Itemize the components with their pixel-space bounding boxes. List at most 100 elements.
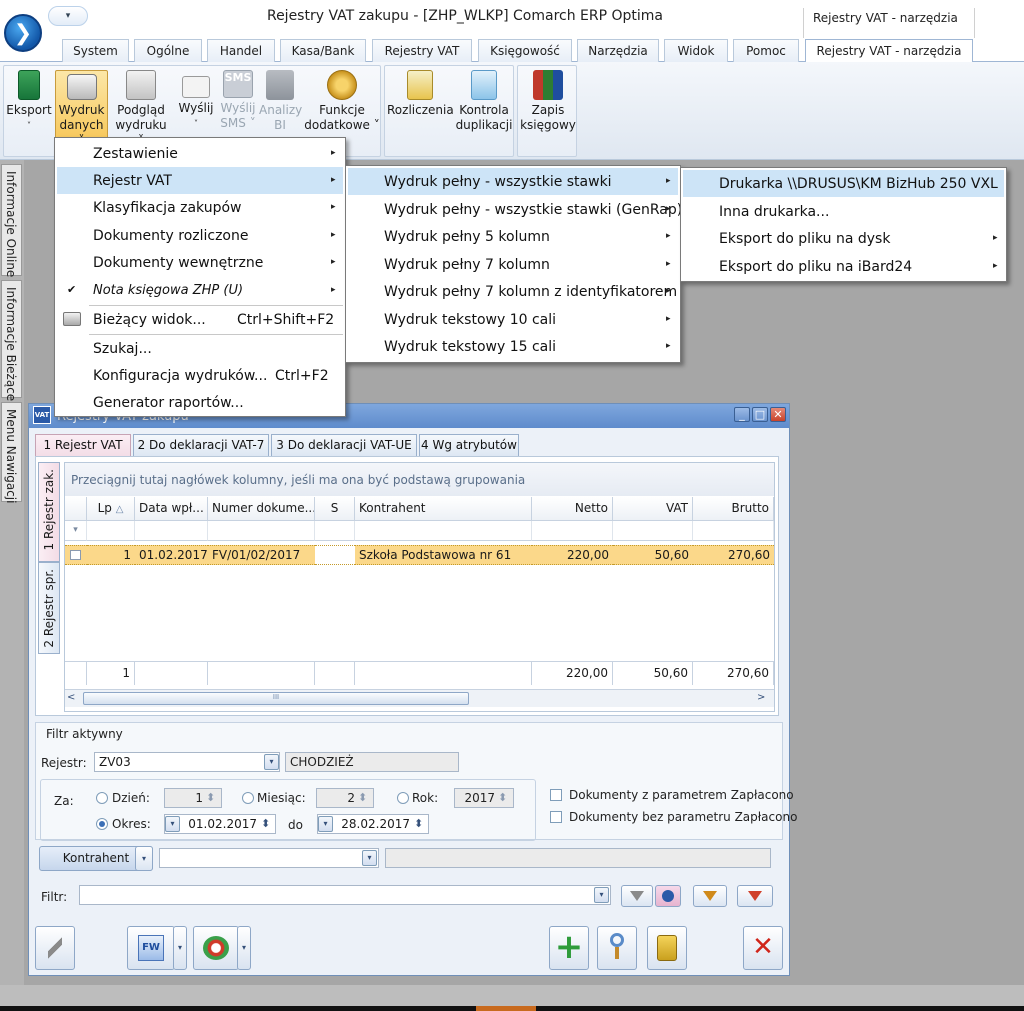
menu-item-wydruk-pelny-7[interactable]: Wydruk pełny 7 kolumn ▸ bbox=[348, 251, 678, 278]
analizy-bi-button[interactable]: Analizy BI bbox=[259, 70, 302, 133]
menu-item-eksport-dysk[interactable]: Eksport do pliku na dysk ▸ bbox=[683, 225, 1004, 252]
okres-from-spinner-icon[interactable]: ⬍ bbox=[261, 817, 270, 830]
tab-rejestr-vat[interactable]: 1 Rejestr VAT bbox=[35, 434, 131, 457]
fw-dropdown-icon[interactable]: ▾ bbox=[173, 926, 187, 970]
menu-item-konfiguracja-wydrukow[interactable]: Konfiguracja wydruków... Ctrl+F2 bbox=[57, 362, 343, 389]
column-header-select[interactable] bbox=[65, 497, 87, 521]
menu-item-generator-raportow[interactable]: Generator raportów... bbox=[57, 389, 343, 416]
column-header-netto[interactable]: Netto bbox=[532, 497, 613, 521]
export-dropdown-icon[interactable]: ▾ bbox=[237, 926, 251, 970]
wydruk-danych-button[interactable]: Wydruk danych ˅ bbox=[55, 70, 108, 147]
filter-cell[interactable] bbox=[613, 521, 693, 541]
menu-item-dokumenty-wewnetrzne[interactable]: Dokumenty wewnętrzne ▸ bbox=[57, 249, 343, 276]
table-cell-kontrahent[interactable]: Szkoła Podstawowa nr 61 bbox=[355, 545, 532, 565]
bez-zaplacono-checkbox[interactable] bbox=[550, 811, 562, 823]
table-cell-vat[interactable]: 50,60 bbox=[613, 545, 693, 565]
kontrahent-dropdown-icon[interactable]: ▾ bbox=[135, 846, 153, 871]
menu-item-wydruk-pelny-5[interactable]: Wydruk pełny 5 kolumn ▸ bbox=[348, 223, 678, 250]
miesiac-spinner-icon[interactable]: ⬍ bbox=[358, 791, 367, 804]
tab-rejestry-vat-narzedzia[interactable]: Rejestry VAT - narzędzia bbox=[805, 39, 973, 63]
tab-do-deklaracji-vat7[interactable]: 2 Do deklaracji VAT-7 bbox=[133, 434, 269, 456]
side-tab-informacje-online[interactable]: Informacje Online bbox=[1, 164, 22, 277]
table-cell-numer[interactable]: FV/01/02/2017 bbox=[208, 545, 315, 565]
menu-item-dokumenty-rozliczone[interactable]: Dokumenty rozliczone ▸ bbox=[57, 222, 343, 249]
kontrahent-field[interactable] bbox=[159, 848, 379, 868]
filter-funnel-button[interactable] bbox=[621, 885, 653, 907]
export-transfer-button[interactable] bbox=[193, 926, 239, 970]
menu-item-biezacy-widok[interactable]: Bieżący widok... Ctrl+Shift+F2 bbox=[57, 306, 343, 333]
dzien-spinner-icon[interactable]: ⬍ bbox=[206, 791, 215, 804]
okres-to-spinner-icon[interactable]: ⬍ bbox=[414, 817, 423, 830]
tab-ksiegowosc[interactable]: Księgowość bbox=[478, 39, 572, 62]
table-cell-data[interactable]: 01.02.2017 bbox=[135, 545, 208, 565]
delete-button[interactable] bbox=[647, 926, 687, 970]
filtr-dropdown-icon[interactable]: ▾ bbox=[594, 887, 609, 903]
kontrola-duplikacji-button[interactable]: Kontrola duplikacji bbox=[455, 70, 513, 133]
column-header-brutto[interactable]: Brutto bbox=[693, 497, 774, 521]
okres-radio[interactable] bbox=[96, 818, 108, 830]
column-header-vat[interactable]: VAT bbox=[613, 497, 693, 521]
filtr-field[interactable] bbox=[79, 885, 611, 905]
zapis-ksiegowy-button[interactable]: Zapis księgowy bbox=[520, 70, 576, 133]
table-cell-s[interactable] bbox=[315, 545, 355, 565]
lightning-button[interactable] bbox=[35, 926, 75, 970]
menu-item-zestawienie[interactable]: Zestawienie ▸ bbox=[57, 140, 343, 167]
rejestr-select[interactable]: ZV03 bbox=[94, 752, 280, 772]
menu-item-wydruk-pelny-wszystkie[interactable]: Wydruk pełny - wszystkie stawki ▸ bbox=[348, 168, 678, 195]
edit-button[interactable] bbox=[597, 926, 637, 970]
table-cell-lp[interactable]: 1 bbox=[87, 545, 135, 565]
column-header-data[interactable]: Data wpł... bbox=[135, 497, 208, 521]
side-tab-informacje-biezace[interactable]: Informacje Bieżące bbox=[1, 280, 22, 401]
funkcje-dodatkowe-button[interactable]: Funkcje dodatkowe ˅ bbox=[304, 70, 380, 133]
filter-clear-button[interactable] bbox=[693, 885, 727, 907]
menu-item-wydruk-pelny-genrap[interactable]: Wydruk pełny - wszystkie stawki (GenRap)… bbox=[348, 196, 682, 223]
filter-cell[interactable] bbox=[208, 521, 315, 541]
kontrahent-field-dropdown-icon[interactable]: ▾ bbox=[362, 850, 377, 866]
quick-access-toolbar-dropdown[interactable]: ▾ bbox=[48, 6, 88, 26]
menu-item-nota-ksiegowa[interactable]: ✔ Nota księgowa ZHP (U) ▸ bbox=[57, 277, 343, 304]
filter-cell[interactable] bbox=[532, 521, 613, 541]
rozliczenia-button[interactable]: Rozliczenia bbox=[387, 70, 454, 118]
filter-cell[interactable] bbox=[135, 521, 208, 541]
filter-remove-button[interactable] bbox=[737, 885, 773, 907]
vtab-rejestr-zak[interactable]: 1 Rejestr zak. bbox=[38, 462, 60, 562]
scroll-thumb[interactable]: III bbox=[83, 692, 469, 705]
close-window-button[interactable]: ✕ bbox=[770, 407, 786, 422]
menu-item-klasyfikacja-zakupow[interactable]: Klasyfikacja zakupów ▸ bbox=[57, 194, 343, 221]
menu-item-szukaj[interactable]: Szukaj... bbox=[57, 335, 343, 362]
menu-item-eksport-ibard24[interactable]: Eksport do pliku na iBard24 ▸ bbox=[683, 253, 1004, 280]
filter-cell[interactable] bbox=[355, 521, 532, 541]
menu-item-inna-drukarka[interactable]: Inna drukarka... bbox=[683, 198, 1004, 225]
filter-cell[interactable] bbox=[693, 521, 774, 541]
column-header-lp[interactable]: Lp △ bbox=[87, 497, 135, 521]
tab-pomoc[interactable]: Pomoc bbox=[733, 39, 799, 62]
tab-system[interactable]: System bbox=[62, 39, 129, 62]
dzien-radio[interactable] bbox=[96, 792, 108, 804]
fw-button[interactable]: FW bbox=[127, 926, 175, 970]
minimize-button[interactable]: _ bbox=[734, 407, 750, 422]
okres-to-field[interactable]: 28.02.2017 bbox=[317, 814, 429, 834]
side-tab-menu-nawigacji[interactable]: Menu Nawigacji bbox=[1, 402, 22, 503]
eksport-button[interactable]: Eksport ˅ bbox=[6, 70, 52, 133]
menu-item-rejestr-vat[interactable]: Rejestr VAT ▸ bbox=[57, 167, 343, 194]
column-header-numer[interactable]: Numer dokume... bbox=[208, 497, 315, 521]
filter-advanced-button[interactable] bbox=[655, 885, 681, 907]
miesiac-radio[interactable] bbox=[242, 792, 254, 804]
okres-from-field[interactable]: 01.02.2017 bbox=[164, 814, 276, 834]
tab-do-deklaracji-vat-ue[interactable]: 3 Do deklaracji VAT-UE bbox=[271, 434, 417, 456]
rok-spinner-icon[interactable]: ⬍ bbox=[498, 791, 507, 804]
menu-item-wydruk-tekstowy-10[interactable]: Wydruk tekstowy 10 cali ▸ bbox=[348, 306, 678, 333]
scroll-right-arrow-icon[interactable]: > bbox=[757, 692, 771, 705]
vtab-rejestr-spr[interactable]: 2 Rejestr spr. bbox=[38, 562, 60, 654]
table-cell-brutto[interactable]: 270,60 bbox=[693, 545, 774, 565]
column-header-kontrahent[interactable]: Kontrahent bbox=[355, 497, 532, 521]
filter-cell[interactable] bbox=[87, 521, 135, 541]
tab-rejestry-vat[interactable]: Rejestry VAT bbox=[372, 39, 472, 62]
app-menu-orb-icon[interactable]: ❯ bbox=[4, 14, 42, 52]
filter-row-icon[interactable]: ▾ bbox=[65, 521, 87, 541]
menu-item-wydruk-pelny-7-id[interactable]: Wydruk pełny 7 kolumn z identyfikatorem ▸ bbox=[348, 278, 678, 305]
add-button[interactable]: + bbox=[549, 926, 589, 970]
horizontal-scrollbar[interactable]: < III > bbox=[65, 689, 774, 707]
column-header-s[interactable]: S bbox=[315, 497, 355, 521]
wyslij-button[interactable]: Wyślij ˅ bbox=[174, 70, 218, 131]
